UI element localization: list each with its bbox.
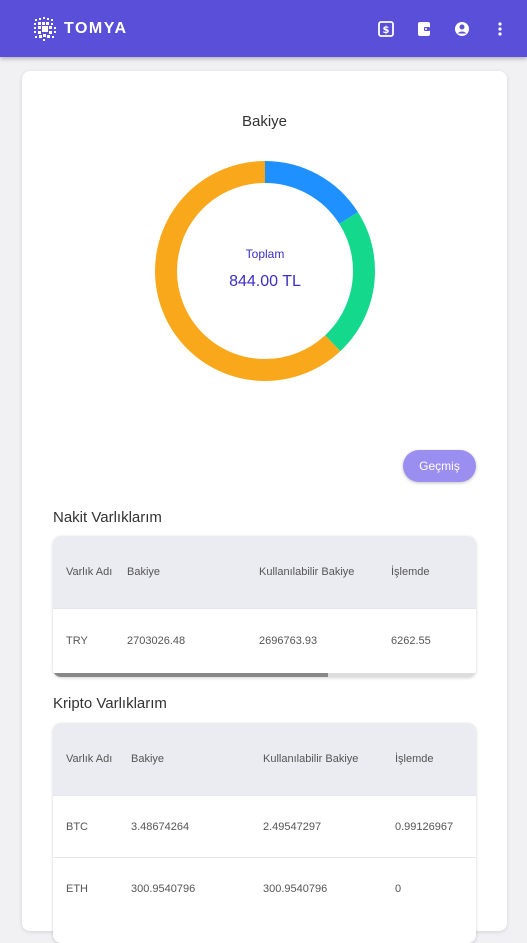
total-label: Toplam xyxy=(245,247,285,261)
crypto-assets-table[interactable]: Varlık Adı Bakiye Kullanılabilir Bakiye … xyxy=(53,723,476,943)
account-icon[interactable] xyxy=(453,20,471,38)
col-in-process: İşlemde xyxy=(391,566,430,578)
cell-balance: 300.9540796 xyxy=(131,882,196,895)
cell-asset: BTC xyxy=(66,820,88,833)
cell-asset: ETH xyxy=(66,882,88,895)
cell-available: 300.9540796 xyxy=(263,882,328,895)
cash-assets-title: Nakit Varlıklarım xyxy=(53,509,162,526)
history-button[interactable]: Geçmiş xyxy=(403,450,476,482)
chart-title: Bakiye xyxy=(241,113,288,130)
table-row[interactable]: TRY 2703026.48 2696763.93 6262.55 xyxy=(53,608,476,672)
cell-available: 2696763.93 xyxy=(259,634,318,647)
cell-balance: 3.48674264 xyxy=(131,820,190,833)
cash-assets-table[interactable]: Varlık Adı Bakiye Kullanılabilir Bakiye … xyxy=(53,536,476,677)
scrollbar-thumb[interactable] xyxy=(53,673,328,677)
table-row[interactable]: BTC 3.48674264 2.49547297 0.99126967 xyxy=(53,795,476,857)
col-available-balance: Kullanılabilir Bakiye xyxy=(263,753,359,765)
brand-name: TOMYA xyxy=(64,19,128,37)
donut-center: Toplam 844.00 TL xyxy=(153,159,377,383)
horizontal-scrollbar[interactable] xyxy=(53,673,476,677)
cell-in-process: 6262.55 xyxy=(391,634,431,647)
col-asset-name: Varlık Adı xyxy=(66,566,113,578)
col-in-process: İşlemde xyxy=(395,753,434,765)
crypto-assets-title: Kripto Varlıklarım xyxy=(53,695,167,712)
logo[interactable]: TOMYA xyxy=(32,16,128,42)
cell-available: 2.49547297 xyxy=(263,820,322,833)
col-asset-name: Varlık Adı xyxy=(66,753,113,765)
more-vert-icon[interactable] xyxy=(491,20,509,38)
cash-table-header: Varlık Adı Bakiye Kullanılabilir Bakiye … xyxy=(53,536,476,608)
wallet-icon[interactable] xyxy=(415,20,433,38)
cell-in-process: 0.99126967 xyxy=(395,820,454,833)
svg-text:$: $ xyxy=(383,25,390,36)
table-row[interactable]: ETH 300.9540796 300.9540796 0 xyxy=(53,857,476,919)
cell-balance: 2703026.48 xyxy=(127,634,186,647)
cell-in-process: 0 xyxy=(395,882,402,895)
total-value: 844.00 TL xyxy=(229,273,301,290)
app-bar: TOMYA $ xyxy=(0,0,527,57)
balance-card: Bakiye Toplam 844.00 TL Geçmiş Nakit Var… xyxy=(22,71,507,943)
cell-asset: TRY xyxy=(66,634,88,647)
col-balance: Bakiye xyxy=(131,753,165,765)
crypto-table-header: Varlık Adı Bakiye Kullanılabilir Bakiye … xyxy=(53,723,476,795)
logo-icon xyxy=(34,16,56,41)
dollar-icon[interactable]: $ xyxy=(377,20,395,38)
col-available-balance: Kullanılabilir Bakiye xyxy=(259,566,355,578)
col-balance: Bakiye xyxy=(127,566,161,578)
